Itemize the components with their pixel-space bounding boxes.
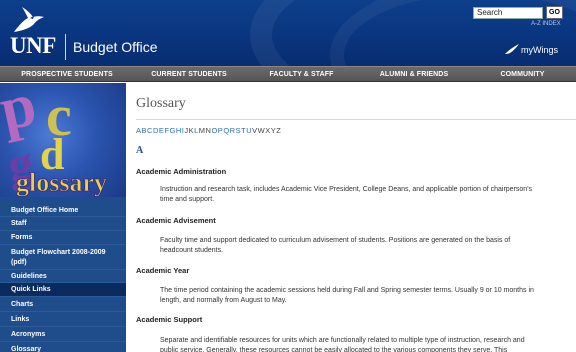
alpha-letter-a[interactable]: A xyxy=(136,126,141,135)
alpha-letter-u[interactable]: U xyxy=(246,126,251,135)
term-academic-administration: Academic Administration xyxy=(136,167,227,176)
definition-academic-advisement: Faculty time and support dedicated to cu… xyxy=(160,237,511,254)
sidebar-item-charts[interactable]: Charts xyxy=(0,297,126,312)
site-header: UNF Budget Office Search GO A-Z INDEX my… xyxy=(0,0,576,66)
term-academic-advisement: Academic Advisement xyxy=(136,216,216,225)
logo-divider xyxy=(65,34,66,60)
alphabet-index: ABCDEFGHIJKLMNOPQRSTUVWXYZ xyxy=(136,126,281,135)
osprey-logo-icon[interactable] xyxy=(12,6,46,34)
sidebar-item-budget-office-home[interactable]: Budget Office Home xyxy=(0,204,126,217)
svg-text:glossary: glossary xyxy=(16,168,107,197)
sidebar-item-glossary[interactable]: Glossary xyxy=(0,342,126,352)
sidebar-item-budget-flowchart[interactable]: Budget Flowchart 2008-2009 (pdf) xyxy=(0,245,126,270)
sidebar-item-forms[interactable]: Forms xyxy=(0,231,126,245)
glossary-banner: p c g d glossary xyxy=(0,83,126,197)
search-go-button[interactable]: GO xyxy=(546,6,563,19)
alpha-letter-h[interactable]: H xyxy=(176,126,181,135)
alpha-letter-d[interactable]: D xyxy=(153,126,158,135)
nav-current-students[interactable]: CURRENT STUDENTS xyxy=(134,67,244,82)
alpha-letter-q[interactable]: Q xyxy=(223,126,229,135)
sidebar: p c g d glossary Budget Office Home Staf… xyxy=(0,83,126,352)
title-divider xyxy=(136,119,576,120)
definition-academic-administration: Instruction and research task, includes … xyxy=(160,186,533,203)
alpha-letter-o[interactable]: O xyxy=(211,126,217,135)
nav-community[interactable]: COMMUNITY xyxy=(469,67,576,82)
alpha-letter-y: Y xyxy=(270,126,276,135)
alpha-letter-s[interactable]: S xyxy=(236,126,241,135)
section-letter: A xyxy=(136,145,144,156)
definition-academic-year: The time period containing the academic … xyxy=(160,287,534,304)
main-content: Glossary ABCDEFGHIJKLMNOPQRSTUVWXYZ A Ac… xyxy=(126,83,576,352)
main-nav: PROSPECTIVE STUDENTS CURRENT STUDENTS FA… xyxy=(0,66,576,82)
alpha-letter-t[interactable]: T xyxy=(241,126,246,135)
sidebar-item-acronyms[interactable]: Acronyms xyxy=(0,327,126,342)
wing-icon xyxy=(505,44,519,54)
alpha-letter-k: K xyxy=(188,126,194,135)
definition-academic-support: Separate and identifiable resources for … xyxy=(160,337,525,352)
glossary-banner-graphic: p c g d glossary xyxy=(0,83,107,197)
alpha-letter-c[interactable]: C xyxy=(147,126,152,135)
mywings-label: myWings xyxy=(521,45,559,55)
alpha-letter-j: J xyxy=(184,126,189,135)
sidebar-item-guidelines[interactable]: Guidelines xyxy=(0,270,126,283)
alpha-letter-r[interactable]: R xyxy=(230,126,235,135)
nav-alumni-friends[interactable]: ALUMNI & FRIENDS xyxy=(359,67,469,82)
alpha-letter-w: W xyxy=(257,126,265,135)
alpha-letter-v: V xyxy=(252,126,258,135)
nav-faculty-staff[interactable]: FACULTY & STAFF xyxy=(244,67,359,82)
site-title[interactable]: Budget Office xyxy=(73,39,158,55)
alpha-letter-m: M xyxy=(198,126,206,135)
az-index-link[interactable]: A-Z INDEX xyxy=(531,21,561,27)
search-input[interactable]: Search xyxy=(473,7,543,19)
alpha-letter-z: Z xyxy=(276,126,281,135)
unf-logo-text[interactable]: UNF xyxy=(10,33,56,59)
page-title: Glossary xyxy=(136,96,186,111)
nav-prospective-students[interactable]: PROSPECTIVE STUDENTS xyxy=(0,67,134,82)
sidebar-item-staff[interactable]: Staff xyxy=(0,217,126,231)
sidebar-item-links[interactable]: Links xyxy=(0,312,126,327)
sidebar-item-quick-links[interactable]: Quick Links xyxy=(0,283,126,297)
term-academic-support: Academic Support xyxy=(136,315,203,324)
term-academic-year: Academic Year xyxy=(136,266,190,275)
alpha-letter-x: X xyxy=(265,126,271,135)
alpha-letter-l[interactable]: L xyxy=(194,126,198,135)
alpha-letter-g[interactable]: G xyxy=(169,126,175,135)
alpha-letter-b[interactable]: B xyxy=(142,126,147,135)
